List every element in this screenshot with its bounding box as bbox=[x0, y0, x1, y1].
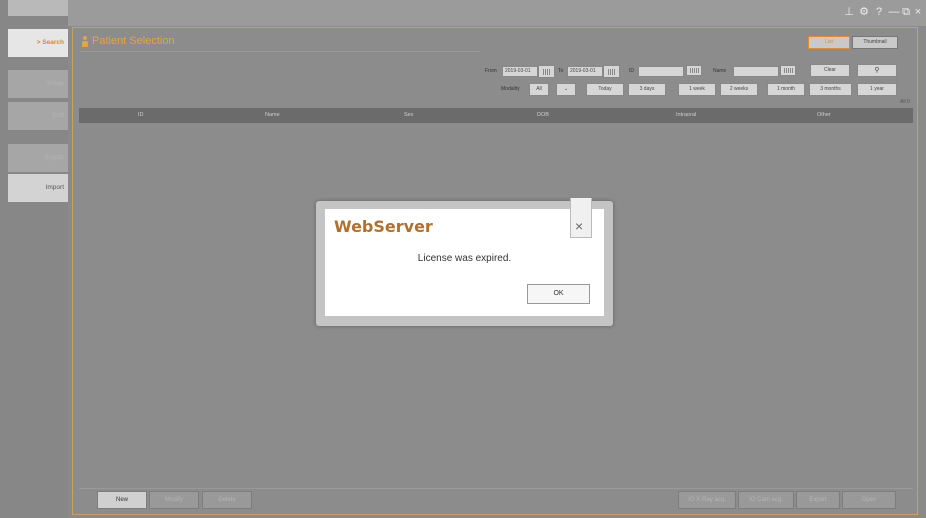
title-bar: ⊥ ⚙ ? — ⧉ × bbox=[0, 0, 926, 26]
view-list-button[interactable]: List bbox=[808, 36, 850, 49]
column-name[interactable]: Name bbox=[265, 108, 280, 123]
minimize-icon[interactable]: — bbox=[888, 5, 900, 19]
to-calendar-icon[interactable] bbox=[603, 65, 620, 78]
column-other[interactable]: Other bbox=[817, 108, 831, 123]
range-1month-button[interactable]: 1 month bbox=[767, 83, 805, 96]
from-label: From bbox=[485, 68, 497, 74]
page-title-text: Patient Selection bbox=[92, 35, 175, 47]
title-divider bbox=[80, 51, 480, 52]
io-xray-acq-button[interactable]: IO X-Ray acq. bbox=[678, 491, 736, 509]
range-today-button[interactable]: Today bbox=[586, 83, 624, 96]
range-1week-button[interactable]: 1 week bbox=[678, 83, 716, 96]
id-input[interactable] bbox=[638, 66, 684, 77]
ok-button[interactable]: OK bbox=[527, 284, 590, 304]
from-date-input[interactable]: 2019-03-01 bbox=[502, 66, 538, 77]
column-sex[interactable]: Sex bbox=[404, 108, 413, 123]
column-dob[interactable]: DOB bbox=[537, 108, 549, 123]
name-keyboard-icon[interactable] bbox=[780, 65, 796, 76]
name-label: Name bbox=[713, 68, 727, 74]
sidebar-item-search[interactable]: > Search bbox=[8, 29, 68, 57]
open-button[interactable]: Open bbox=[842, 491, 896, 509]
modify-button[interactable]: Modify bbox=[149, 491, 199, 509]
close-icon[interactable]: × bbox=[912, 5, 924, 19]
from-calendar-icon[interactable] bbox=[538, 65, 555, 78]
result-count: All 0 bbox=[900, 99, 910, 105]
restore-icon[interactable]: ⧉ bbox=[900, 5, 912, 19]
search-button[interactable]: ⚲ bbox=[857, 64, 897, 77]
settings-icon[interactable]: ⚙ bbox=[858, 5, 870, 19]
sidebar-item-export[interactable]: Export bbox=[8, 144, 68, 172]
search-icon: ⚲ bbox=[874, 67, 880, 74]
sidebar-item-edit[interactable]: Edit bbox=[8, 102, 68, 130]
dialog-close-button[interactable]: × bbox=[570, 198, 592, 238]
table-header: ID Name Sex DOB Intraoral Other bbox=[79, 108, 913, 123]
range-1year-button[interactable]: 1 year bbox=[857, 83, 897, 96]
io-cam-acq-button[interactable]: IO Cam acq. bbox=[738, 491, 794, 509]
sidebar: > Search Image Edit Export Import bbox=[0, 0, 68, 518]
range-3days-button[interactable]: 3 days bbox=[628, 83, 666, 96]
id-label: ID bbox=[629, 68, 634, 74]
to-date-input[interactable]: 2019-03-01 bbox=[567, 66, 603, 77]
help-icon[interactable]: ? bbox=[873, 5, 885, 19]
delete-button[interactable]: Delete bbox=[202, 491, 252, 509]
new-button[interactable]: New bbox=[97, 491, 147, 509]
clear-button[interactable]: Clear bbox=[810, 64, 850, 77]
range-3months-button[interactable]: 3 months bbox=[809, 83, 852, 96]
pin-icon[interactable]: ⊥ bbox=[843, 5, 855, 19]
modality-select[interactable]: All bbox=[529, 83, 549, 96]
logo bbox=[8, 0, 68, 16]
name-input[interactable] bbox=[733, 66, 779, 77]
id-keyboard-icon[interactable] bbox=[686, 65, 702, 76]
dialog-message: License was expired. bbox=[417, 253, 512, 264]
sidebar-item-import[interactable]: Import bbox=[8, 174, 68, 202]
column-intraoral[interactable]: Intraoral bbox=[676, 108, 696, 123]
chevron-down-icon: ⌄ bbox=[563, 86, 569, 92]
dialog-title: WebServer bbox=[334, 217, 433, 236]
person-icon bbox=[82, 35, 88, 47]
to-label: To bbox=[558, 68, 564, 74]
close-icon: × bbox=[575, 218, 584, 234]
page-title: Patient Selection bbox=[82, 34, 175, 48]
range-2weeks-button[interactable]: 2 weeks bbox=[720, 83, 758, 96]
bottom-divider bbox=[79, 488, 913, 489]
export-button[interactable]: Export bbox=[796, 491, 840, 509]
modality-label: Modality bbox=[501, 86, 520, 92]
column-id[interactable]: ID bbox=[138, 108, 144, 123]
view-thumbnail-button[interactable]: Thumbnail bbox=[852, 36, 898, 49]
modality-dropdown[interactable]: ⌄ bbox=[556, 83, 576, 96]
sidebar-item-image[interactable]: Image bbox=[8, 70, 68, 98]
